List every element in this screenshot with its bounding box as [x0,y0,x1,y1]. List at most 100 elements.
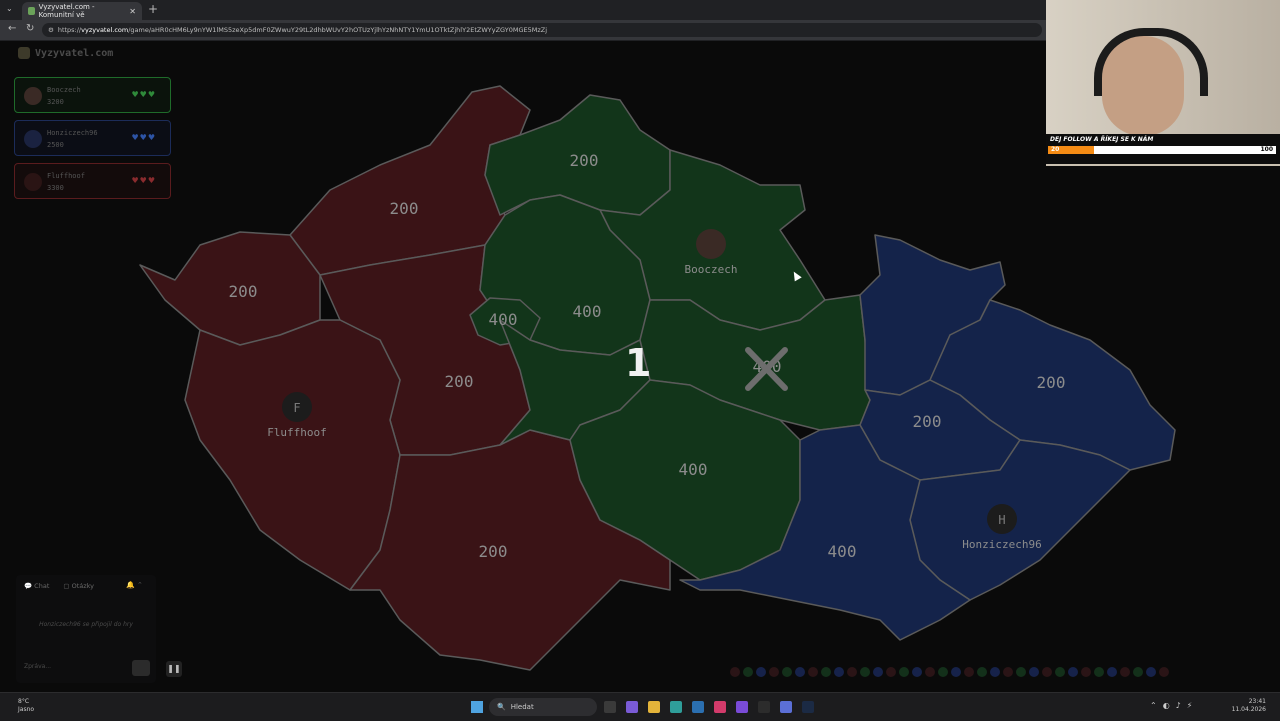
start-icon[interactable] [471,701,483,713]
progress-dot [1016,667,1026,677]
close-tab-icon[interactable]: ✕ [129,7,136,16]
follow-goal-banner: DEJ FOLLOW A ŘÍKEJ SE K NÁM 20 100 [1046,134,1280,164]
url-path: /game/aHR0cHM6Ly9nYW1lMS5zeXp5dmF0ZWwuY2… [128,26,548,34]
progress-dot [1159,667,1169,677]
url-field[interactable]: ⚙ https://vyzyvatel.com/game/aHR0cHM6Ly9… [42,23,1042,37]
progress-dot [990,667,1000,677]
tab-questions[interactable]: ▢ Otázky [63,582,94,590]
region-value: 200 [445,372,474,391]
region-value: 200 [1037,373,1066,392]
player-marker-label: Booczech [685,263,738,276]
progress-dot [899,667,909,677]
progress-dot [743,667,753,677]
store-icon[interactable] [692,701,704,713]
back-icon[interactable]: ← [8,23,16,34]
progress-dot [938,667,948,677]
progress-dot [782,667,792,677]
obs-icon[interactable] [758,701,770,713]
goal-current: 20 [1051,146,1060,153]
progress-dot [912,667,922,677]
tab-chat[interactable]: 💬 Chat [24,582,49,590]
progress-dot [1081,667,1091,677]
twitch-icon[interactable] [736,701,748,713]
chat-system-message: Honziczech96 se připojil do hry [39,621,133,628]
region-value: 400 [573,302,602,321]
region-value: 200 [390,199,419,218]
progress-dot [847,667,857,677]
region-value: 200 [479,542,508,561]
url-prefix: https:// [57,26,82,34]
progress-dot [951,667,961,677]
steam-icon[interactable] [802,701,814,713]
progress-dot [1055,667,1065,677]
new-tab-button[interactable]: + [148,2,158,16]
progress-dot [730,667,740,677]
bell-icon[interactable]: 🔔 ⌃ [126,581,143,589]
progress-dot [873,667,883,677]
system-tray[interactable]: ⌃◐♪⚡ [1150,701,1198,710]
progress-dot [977,667,987,677]
progress-dot [1133,667,1143,677]
progress-dot [1068,667,1078,677]
browser-tab[interactable]: Vyzyvatel.com - Komunitní vě ✕ [22,2,142,20]
site-info-icon[interactable]: ⚙ [48,26,54,34]
region-value: 400 [679,460,708,479]
tab-list-menu-icon[interactable]: ⌄ [6,4,13,13]
tab-chat-label: Chat [34,582,50,590]
banner-text: DEJ FOLLOW A ŘÍKEJ SE K NÁM [1050,136,1154,143]
edge-icon[interactable] [670,701,682,713]
favicon-icon [28,7,35,15]
search-label: Hledat [510,703,534,711]
taskbar-search[interactable]: 🔍 Hledat [489,698,597,716]
progress-dot [860,667,870,677]
taskbar-clock[interactable]: 23:41 11.04.2026 [1226,698,1266,714]
progress-dot [1146,667,1156,677]
region-value: 400 [489,310,518,329]
pause-button[interactable]: ❚❚ [166,661,182,677]
region-value: 400 [828,542,857,561]
app-icon[interactable] [714,701,726,713]
player-initial: H [998,513,1005,527]
progress-dot [1094,667,1104,677]
progress-dot [756,667,766,677]
progress-dot [1042,667,1052,677]
tab-title: Vyzyvatel.com - Komunitní vě [38,3,95,19]
reload-icon[interactable]: ↻ [26,23,34,34]
send-button[interactable] [132,660,150,676]
progress-dot [808,667,818,677]
webcam-overlay: DEJ FOLLOW A ŘÍKEJ SE K NÁM 20 100 [1046,0,1280,166]
progress-dot [886,667,896,677]
chat-panel: 💬 Chat ▢ Otázky 🔔 ⌃ Honziczech96 se přip… [16,575,156,683]
player-initial: F [293,401,300,415]
region-value: 200 [570,151,599,170]
weather-temp: 8°C [18,698,30,705]
region-red-southwest[interactable] [184,319,401,591]
copilot-icon[interactable] [626,701,638,713]
goal-max: 100 [1260,146,1273,153]
tab-questions-label: Otázky [71,582,95,590]
progress-dot [1120,667,1130,677]
progress-dot [925,667,935,677]
progress-dots [730,667,1169,677]
follow-goal-bar: 20 100 [1048,146,1276,154]
file-explorer-icon[interactable] [648,701,660,713]
url-host: vyzyvatel.com [81,26,129,34]
chat-input[interactable]: Zpráva... [24,663,130,675]
avatar [696,229,726,259]
progress-dot [1029,667,1039,677]
progress-dot [1003,667,1013,677]
clock-time: 23:41 [1248,698,1266,705]
player-marker-label: Honziczech96 [962,538,1041,551]
clock-date: 11.04.2026 [1231,706,1266,713]
progress-dot [769,667,779,677]
progress-dot [795,667,805,677]
player-marker-label: Fluffhoof [267,426,327,439]
discord-icon[interactable] [780,701,792,713]
windows-taskbar: 8°C Jasno 🔍 Hledat ⌃◐♪⚡ 23:41 11.04.2026 [0,692,1280,721]
region-value: 200 [913,412,942,431]
progress-dot [834,667,844,677]
turn-number: 1 [625,341,652,385]
search-icon: 🔍 [497,703,506,711]
weather-widget[interactable]: 8°C Jasno [18,698,34,714]
task-view-icon[interactable] [604,701,616,713]
